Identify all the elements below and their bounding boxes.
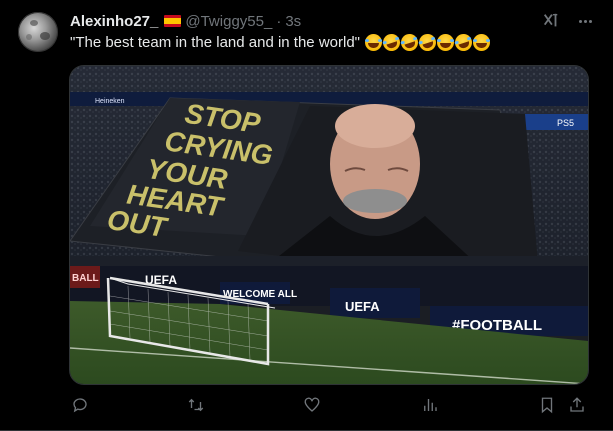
board-ball-text: BALL xyxy=(72,273,99,284)
tweet-text-body: "The best team in the land and in the wo… xyxy=(70,34,360,51)
display-name[interactable]: Alexinho27_ xyxy=(70,13,158,30)
bookmark-icon[interactable] xyxy=(537,395,557,415)
tweet-media-image[interactable]: Heineken PS5 STOP CRYING YOUR HEART OUT xyxy=(69,65,589,385)
face-with-tears-of-joy-icon xyxy=(365,34,382,51)
reply-icon[interactable] xyxy=(70,395,90,415)
tweet-text: "The best team in the land and in the wo… xyxy=(70,31,490,54)
like-icon[interactable] xyxy=(302,395,322,415)
tweet-card[interactable]: Alexinho27_ @Twiggy55_ · 3s "The best te… xyxy=(0,0,613,431)
share-icon[interactable] xyxy=(567,395,587,415)
stadium-photo: Heineken PS5 STOP CRYING YOUR HEART OUT xyxy=(70,66,588,384)
more-options-icon[interactable] xyxy=(573,12,597,30)
timestamp[interactable]: 3s xyxy=(285,13,301,30)
avatar[interactable] xyxy=(18,12,58,52)
rolling-on-the-floor-laughing-icon xyxy=(416,31,439,54)
tweet-header: Alexinho27_ @Twiggy55_ · 3s xyxy=(70,12,301,30)
separator-dot: · xyxy=(276,12,282,30)
rolling-on-the-floor-laughing-icon xyxy=(452,31,475,54)
rolling-on-the-floor-laughing-icon xyxy=(380,31,403,54)
tweet-actions xyxy=(70,395,590,419)
grok-icon[interactable] xyxy=(542,12,560,30)
views-icon[interactable] xyxy=(420,395,440,415)
retweet-icon[interactable] xyxy=(186,395,206,415)
ps5-logo-text: PS5 xyxy=(557,118,574,128)
user-handle[interactable]: @Twiggy55_ xyxy=(185,13,272,30)
face-with-tears-of-joy-icon xyxy=(437,34,454,51)
spain-flag-icon xyxy=(164,15,182,27)
face-with-tears-of-joy-icon xyxy=(473,34,490,51)
emoji-group xyxy=(365,31,490,54)
rolling-on-the-floor-laughing-icon xyxy=(398,31,421,54)
sponsor-text: Heineken xyxy=(95,98,125,105)
board-uefa-right: UEFA xyxy=(345,299,380,314)
